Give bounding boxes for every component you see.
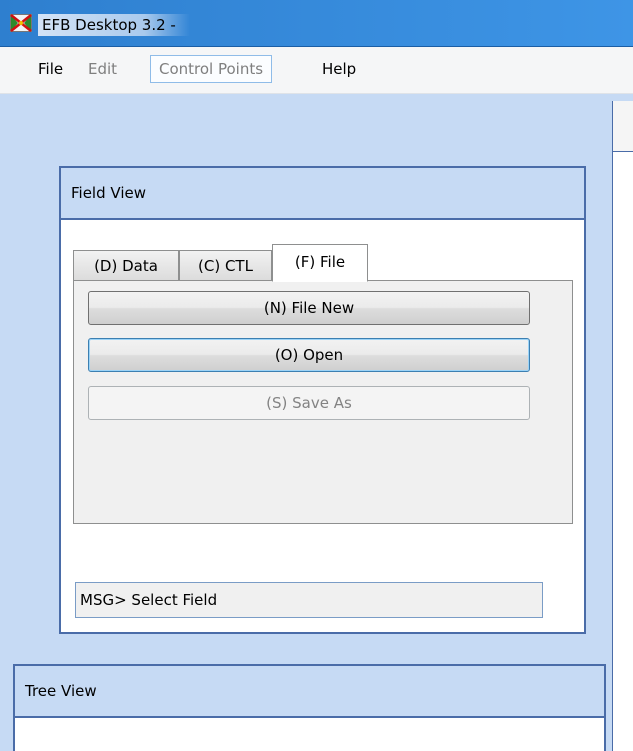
file-tab-panel: (N) File New (O) Open (S) Save As	[73, 280, 573, 524]
menu-help[interactable]: Help	[314, 55, 364, 83]
menu-control-points[interactable]: Control Points	[150, 55, 273, 83]
title-bar: EFB Desktop 3.2 -	[0, 0, 633, 47]
field-view-panel: Field View (D) Data (C) CTL (F) File (N)…	[59, 166, 586, 634]
field-view-header: Field View	[61, 168, 584, 220]
tab-file[interactable]: (F) File	[272, 244, 368, 282]
efb-app-icon	[10, 14, 32, 32]
tree-view-header: Tree View	[15, 666, 604, 718]
menu-file[interactable]: File	[30, 55, 71, 83]
file-new-button[interactable]: (N) File New	[88, 291, 530, 325]
tree-view-title: Tree View	[25, 682, 97, 700]
window-title: EFB Desktop 3.2 -	[38, 14, 190, 36]
field-view-title: Field View	[71, 184, 146, 202]
right-panel-header	[613, 101, 633, 152]
menu-edit[interactable]: Edit	[80, 55, 125, 83]
tab-ctl[interactable]: (C) CTL	[179, 250, 272, 280]
menu-bar: File Edit Control Points Help	[0, 47, 633, 94]
tab-data[interactable]: (D) Data	[73, 250, 179, 280]
open-button[interactable]: (O) Open	[88, 338, 530, 372]
right-panel	[612, 101, 633, 751]
message-box: MSG> Select Field	[75, 582, 543, 618]
tree-view-panel: Tree View	[13, 664, 606, 751]
save-as-button[interactable]: (S) Save As	[88, 386, 530, 420]
